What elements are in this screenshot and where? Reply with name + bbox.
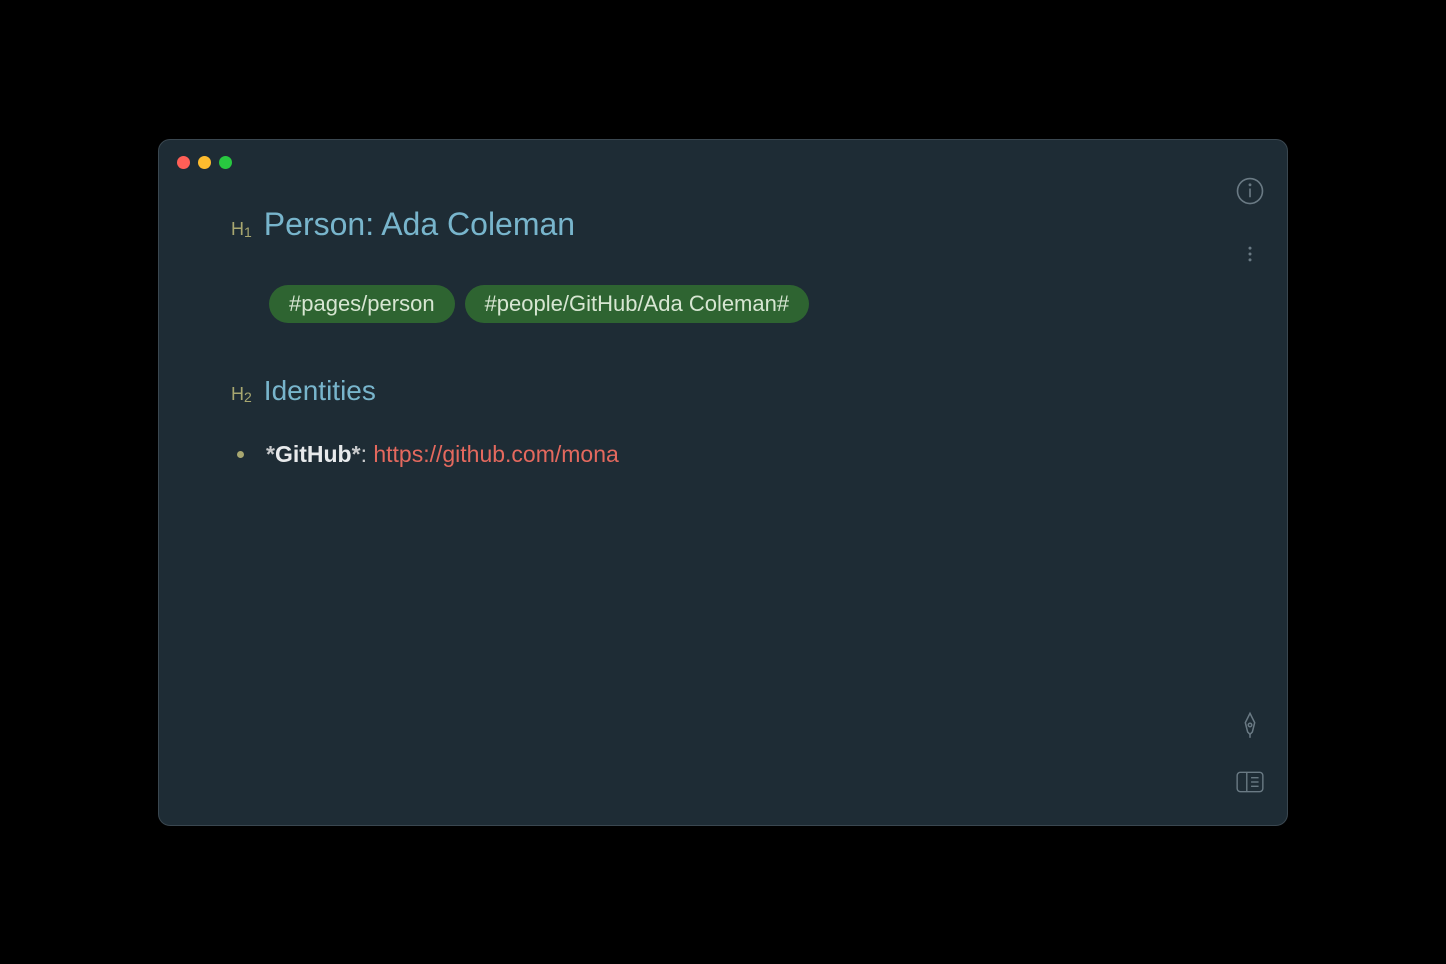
markdown-asterisk: * [352, 441, 361, 467]
markdown-asterisk: * [266, 441, 275, 467]
h1-marker: H1 [231, 219, 252, 240]
close-window-button[interactable] [177, 156, 190, 169]
right-toolbar-top [1235, 176, 1265, 264]
more-icon[interactable] [1240, 244, 1260, 264]
identity-label: GitHub [275, 441, 352, 467]
minimize-window-button[interactable] [198, 156, 211, 169]
pen-icon[interactable] [1236, 711, 1264, 739]
h2-marker: H2 [231, 384, 252, 405]
maximize-window-button[interactable] [219, 156, 232, 169]
window-traffic-lights [177, 156, 232, 169]
h2-title[interactable]: Identities [264, 375, 376, 407]
bullet-item[interactable]: *GitHub*: https://github.com/mona [237, 441, 1215, 468]
info-icon[interactable] [1235, 176, 1265, 206]
heading-2-line: H2 Identities [231, 375, 1215, 407]
h1-title[interactable]: Person: Ada Coleman [264, 206, 575, 243]
right-toolbar-bottom [1235, 711, 1265, 795]
book-icon[interactable] [1235, 769, 1265, 795]
document-content[interactable]: H1 Person: Ada Coleman #pages/person #pe… [159, 140, 1287, 508]
bullet-marker [237, 451, 244, 458]
tag-people-github[interactable]: #people/GitHub/Ada Coleman# [465, 285, 810, 323]
identity-url[interactable]: https://github.com/mona [373, 441, 618, 467]
editor-window: H1 Person: Ada Coleman #pages/person #pe… [158, 139, 1288, 826]
tag-pages-person[interactable]: #pages/person [269, 285, 455, 323]
bullet-text: *GitHub*: https://github.com/mona [266, 441, 619, 468]
separator: : [361, 441, 374, 467]
tags-row: #pages/person #people/GitHub/Ada Coleman… [269, 285, 1215, 323]
heading-1-line: H1 Person: Ada Coleman [231, 206, 1215, 243]
